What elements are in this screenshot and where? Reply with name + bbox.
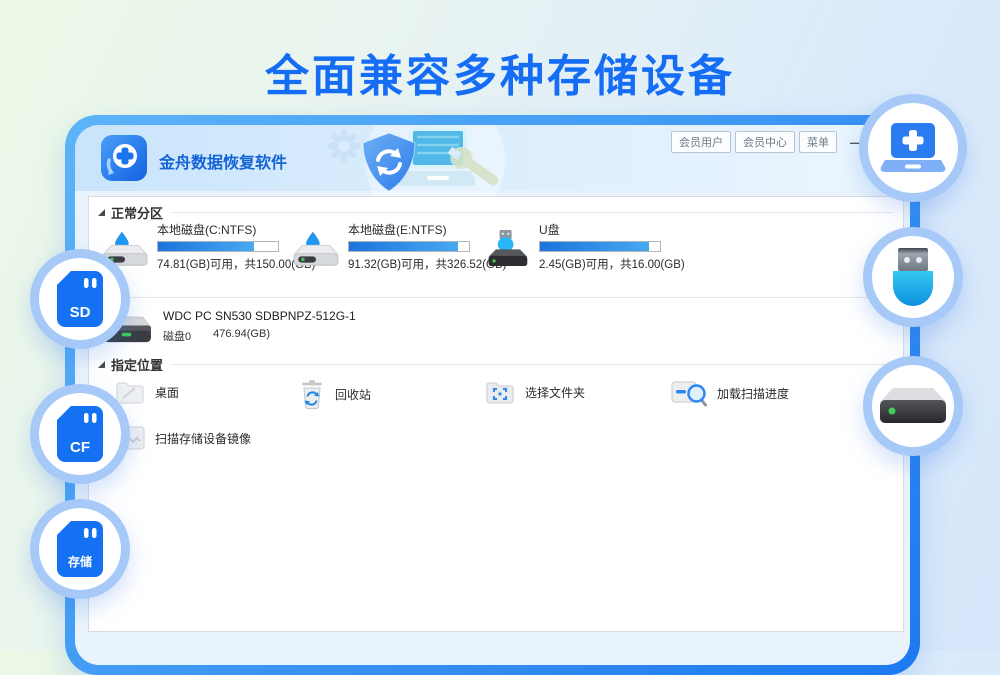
app-window-inner: 金舟数据恢复软件 会员用户 会员中心 菜单 — 正常分区: [75, 125, 910, 665]
app-header: 金舟数据恢复软件 会员用户 会员中心 菜单 —: [75, 125, 910, 191]
location-label: 选择文件夹: [525, 384, 585, 401]
badge-usb: [863, 227, 963, 327]
app-title: 金舟数据恢复软件: [159, 149, 287, 173]
section-header-locations[interactable]: 指定位置: [98, 355, 892, 374]
capacity-bar: [539, 241, 661, 252]
drive-name: U盘: [539, 221, 661, 238]
drive-item-c[interactable]: 本地磁盘(C:NTFS) 74.81(GB)可用，共150.00(GB): [101, 221, 292, 272]
capacity-bar-fill: [349, 242, 458, 251]
badge-label: CF: [56, 439, 104, 456]
drive-row: 本地磁盘(C:NTFS) 74.81(GB)可用，共150.00(GB): [101, 221, 674, 272]
choose-folder-icon: [485, 379, 515, 405]
drive-usage: 74.81(GB)可用，共150.00(GB): [157, 256, 279, 272]
gear-icon: [327, 129, 361, 163]
location-item-desktop[interactable]: 桌面: [115, 379, 179, 405]
usb-drive-icon: [890, 246, 936, 308]
capacity-bar-fill: [540, 242, 649, 251]
drive-info: 本地磁盘(E:NTFS) 91.32(GB)可用，共326.52(GB): [348, 221, 483, 272]
capacity-bar: [348, 241, 470, 252]
location-item-choose-folder[interactable]: 选择文件夹: [485, 379, 585, 405]
cf-card-icon: CF: [56, 405, 104, 463]
row-divider: [95, 297, 897, 298]
window-toolbar: 会员用户 会员中心 菜单 —: [671, 131, 864, 153]
location-item-scan-image[interactable]: 扫描存储设备镜像: [117, 425, 251, 451]
drive-info: 本地磁盘(C:NTFS) 74.81(GB)可用，共150.00(GB): [157, 221, 292, 272]
drive-name: 本地磁盘(E:NTFS): [348, 221, 470, 238]
badge-laptop: [859, 94, 967, 202]
storage-card-icon: 存储: [56, 520, 104, 578]
location-label: 回收站: [335, 386, 371, 403]
recycle-bin-icon: [299, 379, 325, 409]
drive-name: 本地磁盘(C:NTFS): [157, 221, 279, 238]
capacity-bar-fill: [158, 242, 254, 251]
disk-sub-info: 磁盘0 476.94(GB): [163, 328, 356, 344]
location-item-recycle-bin[interactable]: 回收站: [299, 379, 371, 409]
location-label: 桌面: [155, 384, 179, 401]
expander-triangle-icon: [98, 361, 105, 368]
physical-disk-item[interactable]: WDC PC SN530 SDBPNPZ-512G-1 磁盘0 476.94(G…: [101, 309, 356, 348]
badge-hard-drive: [863, 356, 963, 456]
drive-item-e[interactable]: 本地磁盘(E:NTFS) 91.32(GB)可用，共326.52(GB): [292, 221, 483, 272]
hard-drive-icon: [880, 386, 946, 426]
badge-label: 存储: [56, 553, 104, 570]
content-panel: 正常分区 本地磁盘(C:NTFS): [88, 196, 904, 632]
disk-capacity: 476.94(GB): [213, 328, 270, 344]
section-rule: [171, 364, 892, 365]
sd-card-icon: SD: [56, 270, 104, 328]
section-header-partitions[interactable]: 正常分区: [98, 203, 892, 222]
badge-sd-card: SD: [30, 249, 130, 349]
disk-model: WDC PC SN530 SDBPNPZ-512G-1: [163, 309, 356, 323]
desktop-icon: [115, 379, 145, 405]
section-title: 指定位置: [111, 355, 163, 374]
load-scan-progress-icon: [671, 379, 707, 407]
member-user-button[interactable]: 会员用户: [671, 131, 731, 153]
section-title: 正常分区: [111, 203, 163, 222]
drive-usage: 91.32(GB)可用，共326.52(GB): [348, 256, 470, 272]
capacity-bar: [157, 241, 279, 252]
page-title: 全面兼容多种存储设备: [0, 40, 1000, 104]
disk-label: 磁盘0: [163, 328, 191, 344]
section-rule: [171, 212, 892, 213]
location-label: 加载扫描进度: [717, 385, 789, 402]
app-window: 金舟数据恢复软件 会员用户 会员中心 菜单 — 正常分区: [65, 115, 920, 675]
menu-button[interactable]: 菜单: [799, 131, 837, 153]
location-item-load-scan[interactable]: 加载扫描进度: [671, 379, 789, 407]
location-label: 扫描存储设备镜像: [155, 430, 251, 447]
usb-disk-icon: [483, 221, 531, 272]
laptop-plus-icon: [880, 121, 946, 175]
drive-info: U盘 2.45(GB)可用，共16.00(GB): [539, 221, 674, 272]
badge-storage-card: 存储: [30, 499, 130, 599]
expander-triangle-icon: [98, 209, 105, 216]
badge-label: SD: [56, 304, 104, 321]
physical-disk-info: WDC PC SN530 SDBPNPZ-512G-1 磁盘0 476.94(G…: [163, 309, 356, 348]
disk-drive-icon: [292, 221, 340, 272]
drive-usage: 2.45(GB)可用，共16.00(GB): [539, 256, 661, 272]
member-center-button[interactable]: 会员中心: [735, 131, 795, 153]
badge-cf-card: CF: [30, 384, 130, 484]
app-logo-icon: [101, 135, 147, 181]
drive-item-usb[interactable]: U盘 2.45(GB)可用，共16.00(GB): [483, 221, 674, 272]
